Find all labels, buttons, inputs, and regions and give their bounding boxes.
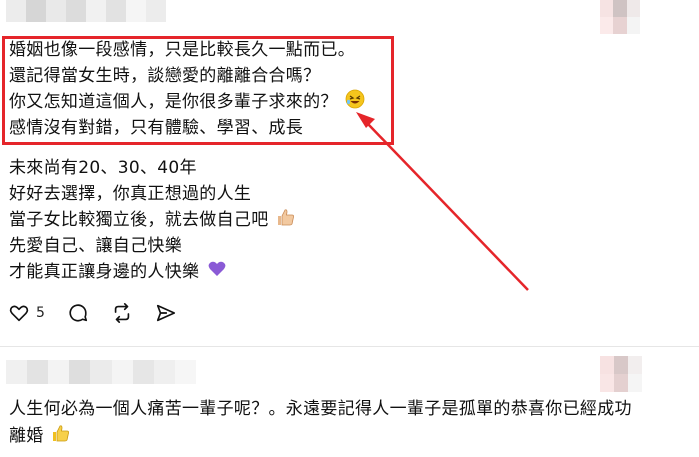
like-count: 5	[36, 305, 45, 321]
like-button[interactable]: 5	[8, 302, 45, 324]
post-divider	[0, 346, 699, 347]
comment-icon	[69, 304, 87, 322]
repost-button[interactable]	[111, 302, 133, 324]
share-icon	[156, 304, 175, 322]
repost-icon	[114, 303, 130, 323]
comment-line-2: 離婚	[9, 423, 71, 449]
comment-line-1: 人生何必為一個人痛苦一輩子呢？。永遠要記得人一輩子是孤單的恭喜你已經成功	[9, 396, 632, 422]
comment-button[interactable]	[67, 302, 89, 324]
annotation-arrow	[356, 112, 529, 291]
blurred-commenter-avatar	[600, 356, 642, 392]
comment-line-1-text: 人生何必為一個人痛苦一輩子呢？。永遠要記得人一輩子是孤單的恭喜你已經成功	[9, 399, 632, 419]
heart-icon	[9, 305, 29, 322]
comment-line-2-text: 離婚	[9, 426, 44, 446]
thumbs-up-emoji	[53, 425, 70, 442]
blurred-commenter-name	[6, 360, 196, 384]
post-action-bar: 5	[8, 302, 199, 324]
share-button[interactable]	[155, 302, 177, 324]
